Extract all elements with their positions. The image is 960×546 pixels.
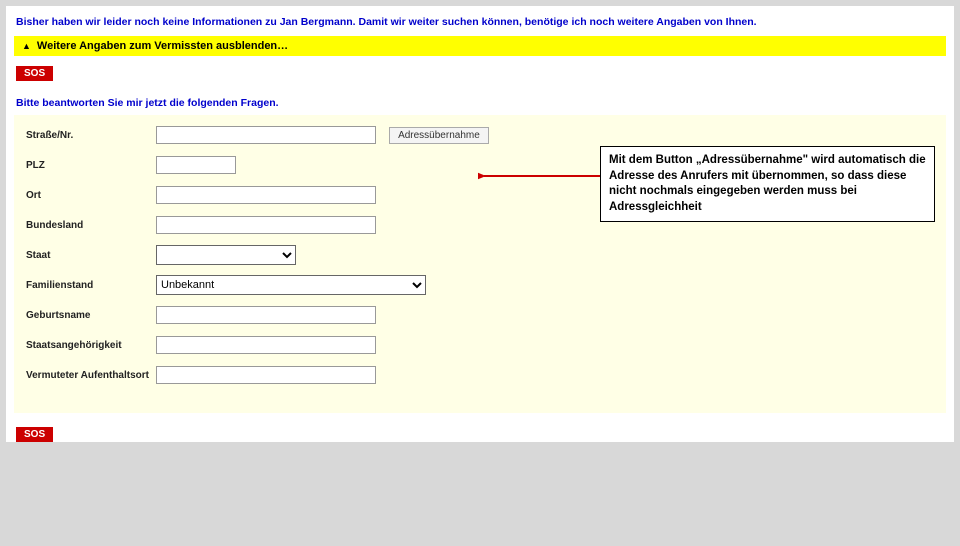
input-plz[interactable] — [156, 156, 236, 174]
input-geburtsname[interactable] — [156, 306, 376, 324]
input-aufenthalt[interactable] — [156, 366, 376, 384]
select-familienstand[interactable]: Unbekannt — [156, 275, 426, 295]
label-bundesland: Bundesland — [26, 220, 156, 231]
label-aufenthalt: Vermuteter Aufenthaltsort — [26, 370, 156, 381]
sos-button-bottom[interactable]: SOS — [16, 427, 53, 442]
callout-arrow-icon — [478, 168, 604, 184]
label-ort: Ort — [26, 190, 156, 201]
sos-button-top[interactable]: SOS — [16, 66, 53, 81]
input-staatsang[interactable] — [156, 336, 376, 354]
info-message: Bisher haben wir leider noch keine Infor… — [6, 10, 954, 36]
label-plz: PLZ — [26, 160, 156, 171]
form-prompt: Bitte beantworten Sie mir jetzt die folg… — [6, 91, 954, 115]
input-bundesland[interactable] — [156, 216, 376, 234]
input-strasse[interactable] — [156, 126, 376, 144]
toggle-details-bar[interactable]: ▲ Weitere Angaben zum Vermissten ausblen… — [14, 36, 946, 56]
label-geburtsname: Geburtsname — [26, 310, 156, 321]
input-ort[interactable] — [156, 186, 376, 204]
label-staatsang: Staatsangehörigkeit — [26, 340, 156, 351]
select-staat[interactable] — [156, 245, 296, 265]
adressuebernahme-button[interactable]: Adressübernahme — [389, 127, 489, 144]
label-strasse: Straße/Nr. — [26, 130, 156, 141]
label-staat: Staat — [26, 250, 156, 261]
collapse-arrow-icon: ▲ — [22, 41, 31, 51]
toggle-details-label: Weitere Angaben zum Vermissten ausblende… — [37, 40, 288, 52]
label-familienstand: Familienstand — [26, 280, 156, 291]
callout-box: Mit dem Button „Adressübernahme" wird au… — [600, 146, 935, 222]
